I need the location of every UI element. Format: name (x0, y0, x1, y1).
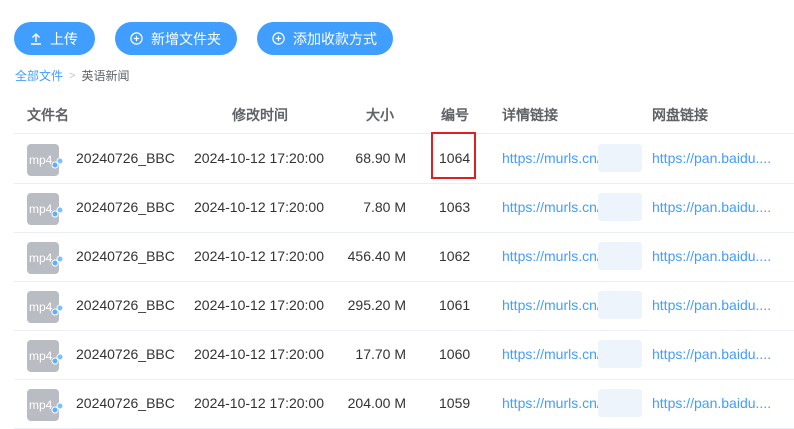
modified-time: 2024-10-12 17:20:00 (194, 150, 324, 166)
breadcrumb-current: 英语新闻 (81, 69, 130, 83)
pan-link[interactable]: https://pan.baidu.... (652, 297, 771, 313)
new-folder-button[interactable]: 新增文件夹 (115, 22, 237, 55)
file-name[interactable]: 20240726_BBC (76, 297, 175, 313)
table-row[interactable]: mp4 20240726_BBC 2024-10-12 17:20:00 295.20… (14, 281, 794, 331)
toolbar: 上传 新增文件夹 添加收款方式 (14, 22, 393, 55)
share-link-icon (51, 255, 64, 267)
upload-icon (30, 32, 42, 45)
redacted-area (598, 242, 642, 270)
share-link-icon (51, 353, 64, 365)
file-size: 7.80 M (363, 199, 406, 215)
column-header-pan-link: 网盘链接 (652, 107, 708, 123)
file-type-label: mp4 (29, 349, 53, 363)
modified-time: 2024-10-12 17:20:00 (194, 297, 324, 313)
detail-link[interactable]: https://murls.cn/ (502, 150, 601, 166)
file-type-label: mp4 (29, 398, 53, 412)
detail-link[interactable]: https://murls.cn/ (502, 346, 601, 362)
breadcrumb-root-link[interactable]: 全部文件 (15, 67, 63, 84)
pan-link[interactable]: https://pan.baidu.... (652, 395, 771, 411)
file-number: 1061 (439, 297, 471, 313)
breadcrumb: 全部文件 > 英语新闻 (15, 67, 129, 84)
file-size: 204.00 M (347, 395, 406, 411)
video-file-icon: mp4 (27, 242, 64, 274)
share-link-icon (51, 304, 64, 316)
file-name[interactable]: 20240726_BBC (76, 395, 175, 411)
detail-link[interactable]: https://murls.cn/ (502, 297, 601, 313)
add-payment-method-button-label: 添加收款方式 (293, 30, 377, 47)
redacted-area (598, 340, 642, 368)
table-row[interactable]: mp4 20240726_BBC 2024-10-12 17:20:00 456.40… (14, 232, 794, 282)
new-folder-button-label: 新增文件夹 (151, 30, 221, 47)
file-name[interactable]: 20240726_BBC (76, 346, 175, 362)
file-name[interactable]: 20240726_BBC (76, 150, 175, 166)
table-header: 文件名 修改时间 大小 编号 详情链接 网盘链接 (14, 94, 794, 134)
video-file-icon: mp4 (27, 340, 64, 372)
share-link-icon (51, 206, 64, 218)
detail-link[interactable]: https://murls.cn/ (502, 248, 601, 264)
redacted-area (598, 144, 642, 172)
add-payment-method-button[interactable]: 添加收款方式 (257, 22, 393, 55)
file-number: 1060 (439, 346, 471, 362)
file-size: 68.90 M (355, 150, 406, 166)
video-file-icon: mp4 (27, 389, 64, 421)
redacted-area (598, 389, 642, 417)
plus-circle-icon (272, 32, 285, 45)
column-header-time[interactable]: 修改时间 (232, 105, 288, 125)
detail-link[interactable]: https://murls.cn/ (502, 199, 601, 215)
file-number: 1059 (439, 395, 471, 411)
column-header-number[interactable]: 编号 (441, 105, 469, 125)
upload-button[interactable]: 上传 (14, 22, 95, 55)
upload-button-label: 上传 (50, 30, 78, 47)
table-row[interactable]: mp4 20240726_BBC 2024-10-12 17:20:00 68.90 … (14, 134, 794, 184)
column-header-size[interactable]: 大小 (366, 105, 394, 125)
modified-time: 2024-10-12 17:20:00 (194, 346, 324, 362)
share-link-icon (51, 402, 64, 414)
file-number: 1063 (439, 199, 471, 215)
file-type-label: mp4 (29, 153, 53, 167)
file-size: 456.40 M (347, 248, 406, 264)
modified-time: 2024-10-12 17:20:00 (194, 395, 324, 411)
redacted-area (598, 193, 642, 221)
table-row[interactable]: mp4 20240726_BBC 2024-10-12 17:20:00 204.00… (14, 379, 794, 429)
column-header-name[interactable]: 文件名 (27, 105, 69, 125)
table-row[interactable]: mp4 20240726_BBC 2024-10-12 17:20:00 7.80 M… (14, 183, 794, 233)
file-type-label: mp4 (29, 251, 53, 265)
plus-circle-icon (130, 32, 143, 45)
file-type-label: mp4 (29, 202, 53, 216)
redacted-area (598, 291, 642, 319)
file-size: 295.20 M (347, 297, 406, 313)
file-type-label: mp4 (29, 300, 53, 314)
breadcrumb-separator: > (69, 69, 76, 82)
file-name[interactable]: 20240726_BBC (76, 248, 175, 264)
file-size: 17.70 M (355, 346, 406, 362)
video-file-icon: mp4 (27, 193, 64, 225)
modified-time: 2024-10-12 17:20:00 (194, 199, 324, 215)
table-row[interactable]: mp4 20240726_BBC 2024-10-12 17:20:00 17.70 … (14, 330, 794, 380)
column-header-detail-link: 详情链接 (502, 107, 558, 123)
pan-link[interactable]: https://pan.baidu.... (652, 199, 771, 215)
file-number: 1062 (439, 248, 471, 264)
detail-link[interactable]: https://murls.cn/ (502, 395, 601, 411)
pan-link[interactable]: https://pan.baidu.... (652, 150, 771, 166)
file-name[interactable]: 20240726_BBC (76, 199, 175, 215)
share-link-icon (51, 157, 64, 169)
video-file-icon: mp4 (27, 144, 64, 176)
video-file-icon: mp4 (27, 291, 64, 323)
highlight-box (431, 132, 476, 179)
modified-time: 2024-10-12 17:20:00 (194, 248, 324, 264)
pan-link[interactable]: https://pan.baidu.... (652, 248, 771, 264)
pan-link[interactable]: https://pan.baidu.... (652, 346, 771, 362)
